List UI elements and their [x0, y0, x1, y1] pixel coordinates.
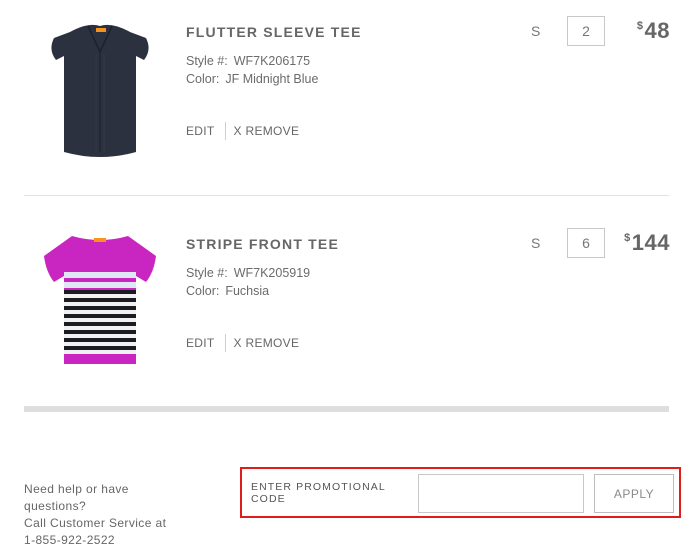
help-line: questions?	[24, 499, 87, 513]
size-value: S	[531, 235, 541, 251]
remove-link[interactable]: X REMOVE	[234, 336, 300, 350]
edit-link[interactable]: EDIT	[186, 336, 215, 350]
apply-button[interactable]: APPLY	[594, 474, 674, 513]
quantity-box[interactable]: 2	[567, 16, 605, 46]
price-amount: 48	[644, 18, 670, 43]
style-number: WF7K205919	[233, 266, 311, 280]
size-value: S	[531, 23, 541, 39]
product-image-stripe-front-tee[interactable]	[30, 224, 170, 374]
edit-link[interactable]: EDIT	[186, 124, 215, 138]
help-line: Need help or have	[24, 482, 129, 496]
product-meta: Style #: WF7K205919 Color: Fuchsia	[186, 264, 310, 300]
divider	[224, 334, 226, 352]
color-value: Fuchsia	[225, 284, 270, 298]
cart-item: FLUTTER SLEEVE TEE Style #: WF7K206175 Co…	[0, 0, 689, 195]
customer-service-help: Need help or have questions? Call Custom…	[24, 481, 166, 547]
promo-code-input[interactable]	[418, 474, 584, 513]
currency-symbol: $	[636, 20, 644, 32]
item-divider	[24, 195, 669, 196]
product-title[interactable]: FLUTTER SLEEVE TEE	[186, 24, 362, 40]
item-price: $144	[624, 230, 670, 256]
color-value: JF Midnight Blue	[225, 72, 319, 86]
cart-item: STRIPE FRONT TEE Style #: WF7K205919 Colo…	[0, 212, 689, 407]
style-label: Style #:	[186, 54, 228, 68]
product-meta: Style #: WF7K206175 Color: JF Midnight Blu…	[186, 52, 318, 88]
promo-code-section: ENTER PROMOTIONAL CODE APPLY	[240, 467, 681, 518]
customer-service-phone[interactable]: 1-855-922-2522	[24, 532, 166, 547]
divider	[224, 122, 226, 140]
help-line: Call Customer Service at	[24, 516, 167, 530]
cart-bottom-divider	[24, 406, 669, 412]
item-price: $48	[637, 18, 670, 44]
price-amount: 144	[631, 230, 670, 255]
style-number: WF7K206175	[233, 54, 311, 68]
quantity-box[interactable]: 6	[567, 228, 605, 258]
currency-symbol: $	[624, 232, 631, 244]
item-actions: EDIT X REMOVE	[186, 334, 299, 352]
product-image-flutter-sleeve-tee[interactable]	[30, 12, 170, 162]
style-label: Style #:	[186, 266, 228, 280]
product-title[interactable]: STRIPE FRONT TEE	[186, 236, 339, 252]
color-label: Color:	[186, 72, 220, 86]
color-label: Color:	[186, 284, 220, 298]
item-actions: EDIT X REMOVE	[186, 122, 299, 140]
remove-link[interactable]: X REMOVE	[234, 124, 300, 138]
promo-code-label: ENTER PROMOTIONAL CODE	[251, 481, 386, 505]
